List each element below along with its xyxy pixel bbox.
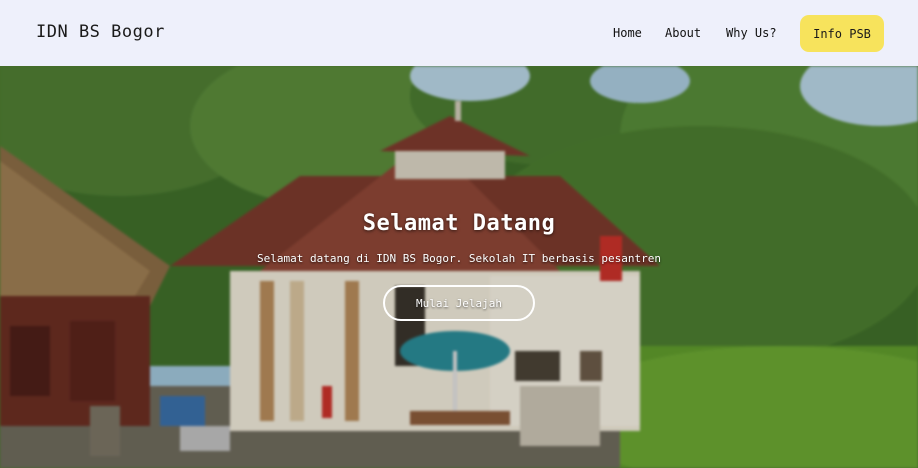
explore-button[interactable]: Mulai Jelajah: [383, 285, 535, 321]
hero-title: Selamat Datang: [362, 211, 556, 236]
navbar: IDN BS Bogor Home About Why Us? Info PSB: [0, 0, 918, 66]
hero-section: Selamat Datang Selamat datang di IDN BS …: [0, 66, 918, 468]
hero-overlay: [0, 66, 918, 468]
hero-subtitle: Selamat datang di IDN BS Bogor. Sekolah …: [257, 252, 661, 265]
nav-link-why-us[interactable]: Why Us?: [726, 26, 777, 40]
nav-link-about[interactable]: About: [665, 26, 701, 40]
brand-logo-text[interactable]: IDN BS Bogor: [36, 22, 165, 42]
info-psb-button[interactable]: Info PSB: [800, 15, 884, 52]
nav-link-home[interactable]: Home: [613, 26, 642, 40]
